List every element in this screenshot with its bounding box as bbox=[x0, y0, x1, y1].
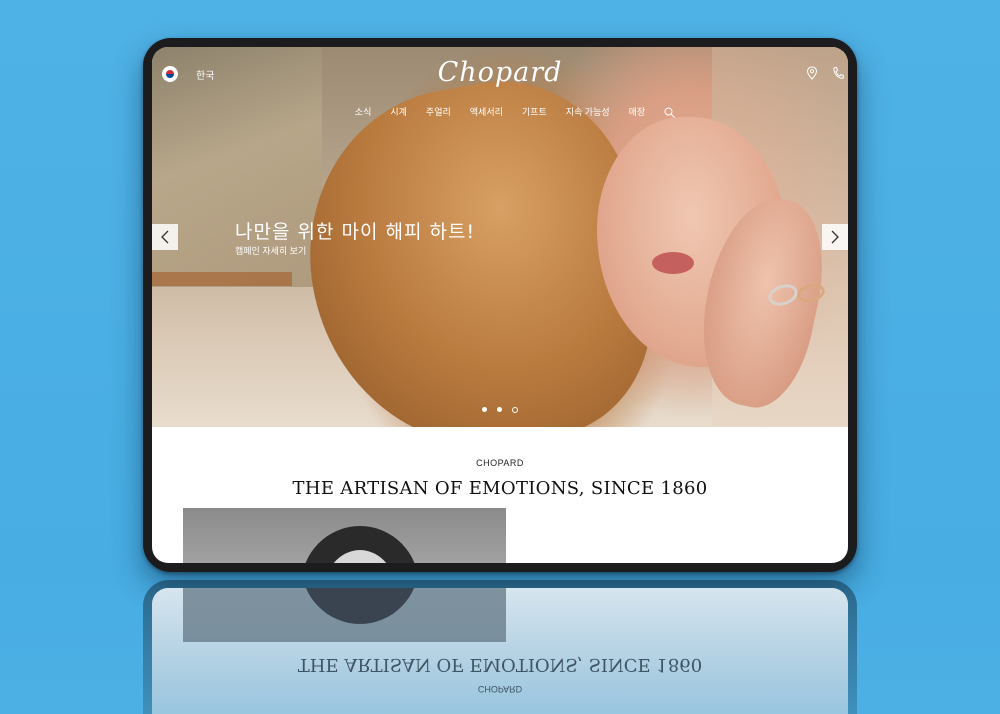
nav-item-stores[interactable]: 매장 bbox=[629, 105, 646, 118]
tablet-reflection: THE ARTISAN OF EMOTIONS, SINCE 1860 CHOP… bbox=[143, 580, 857, 714]
main-navigation: 소식 시계 주얼리 액세서리 기프트 지속 가능성 매장 bbox=[152, 105, 848, 118]
section-tagline: THE ARTISAN OF EMOTIONS, SINCE 1860 bbox=[292, 478, 708, 499]
nav-item-jewelry[interactable]: 주얼리 bbox=[426, 105, 451, 118]
carousel-next-button[interactable] bbox=[822, 224, 848, 250]
chopard-logo[interactable]: Chopard bbox=[152, 57, 848, 88]
website-screen: 한국 Chopard 소식 시계 주얼리 액세서리 기프트 지속 가능성 매장 bbox=[152, 47, 848, 563]
hero-headline: 나만을 위한 마이 해피 하트! bbox=[235, 221, 476, 243]
carousel-dot-3[interactable] bbox=[512, 407, 518, 413]
carousel-dot-2[interactable] bbox=[497, 407, 502, 412]
reflection-portrait bbox=[183, 588, 506, 642]
chevron-right-icon bbox=[831, 230, 839, 244]
nav-item-news[interactable]: 소식 bbox=[355, 105, 372, 118]
reflection-tagline: THE ARTISAN OF EMOTIONS, SINCE 1860 bbox=[297, 654, 703, 675]
header-utility-icons bbox=[806, 66, 845, 80]
nav-item-sustainability[interactable]: 지속 가능성 bbox=[566, 105, 610, 118]
nav-item-gifts[interactable]: 기프트 bbox=[522, 105, 547, 118]
hero-model-lips bbox=[652, 252, 694, 274]
artisan-portrait-image bbox=[183, 508, 506, 563]
reflection-brand-label: CHOPARD bbox=[477, 684, 523, 694]
nav-item-watches[interactable]: 시계 bbox=[390, 105, 407, 118]
carousel-prev-button[interactable] bbox=[152, 224, 178, 250]
carousel-pagination bbox=[152, 407, 848, 413]
nav-item-accessories[interactable]: 액세서리 bbox=[470, 105, 503, 118]
hero-cta-link[interactable]: 캠페인 자세히 보기 bbox=[235, 244, 306, 257]
chevron-left-icon bbox=[161, 230, 169, 244]
carousel-dot-1[interactable] bbox=[482, 407, 487, 412]
section-brand-label: CHOPARD bbox=[476, 458, 524, 468]
reflection-screen: THE ARTISAN OF EMOTIONS, SINCE 1860 CHOP… bbox=[152, 588, 848, 714]
hero-banner[interactable]: 한국 Chopard 소식 시계 주얼리 액세서리 기프트 지속 가능성 매장 bbox=[152, 47, 848, 427]
reflection-portrait-hair bbox=[301, 588, 419, 624]
search-icon[interactable] bbox=[664, 105, 676, 118]
phone-icon[interactable] bbox=[832, 66, 845, 80]
hero-background-frame bbox=[152, 272, 292, 286]
location-pin-icon[interactable] bbox=[806, 66, 818, 80]
